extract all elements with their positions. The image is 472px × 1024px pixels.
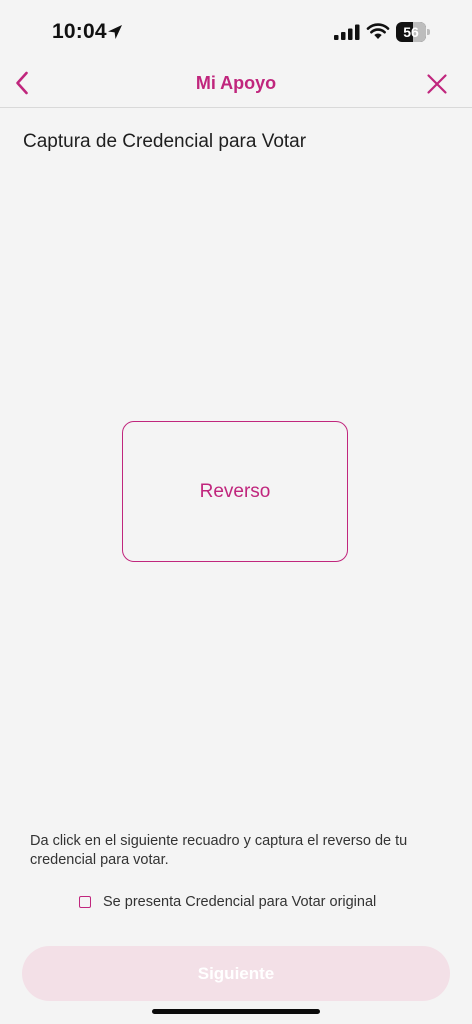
- checkbox-label: Se presenta Credencial para Votar origin…: [103, 894, 377, 910]
- next-button[interactable]: Siguiente: [22, 946, 450, 1001]
- cellular-signal-icon: [334, 24, 360, 40]
- status-bar: 10:04 56: [0, 0, 472, 62]
- home-indicator: [152, 1009, 320, 1014]
- page-title: Captura de Credencial para Votar: [23, 131, 307, 152]
- original-credential-checkbox-row[interactable]: Se presenta Credencial para Votar origin…: [79, 892, 376, 912]
- battery-level: 56: [403, 24, 419, 40]
- close-icon: [427, 74, 447, 94]
- location-arrow-icon: [108, 25, 122, 39]
- nav-title: Mi Apoyo: [195, 73, 277, 93]
- instructions-text: Da click en el siguiente recuadro y capt…: [30, 833, 408, 868]
- capture-label: Reverso: [199, 480, 271, 502]
- capture-reverse-box[interactable]: Reverso: [122, 421, 348, 562]
- battery-icon: 56: [396, 22, 430, 42]
- close-button[interactable]: [424, 71, 450, 97]
- original-credential-checkbox[interactable]: [79, 896, 91, 908]
- wifi-icon: [366, 23, 390, 39]
- nav-bar: Mi Apoyo: [0, 62, 472, 108]
- status-time: 10:04: [52, 20, 107, 43]
